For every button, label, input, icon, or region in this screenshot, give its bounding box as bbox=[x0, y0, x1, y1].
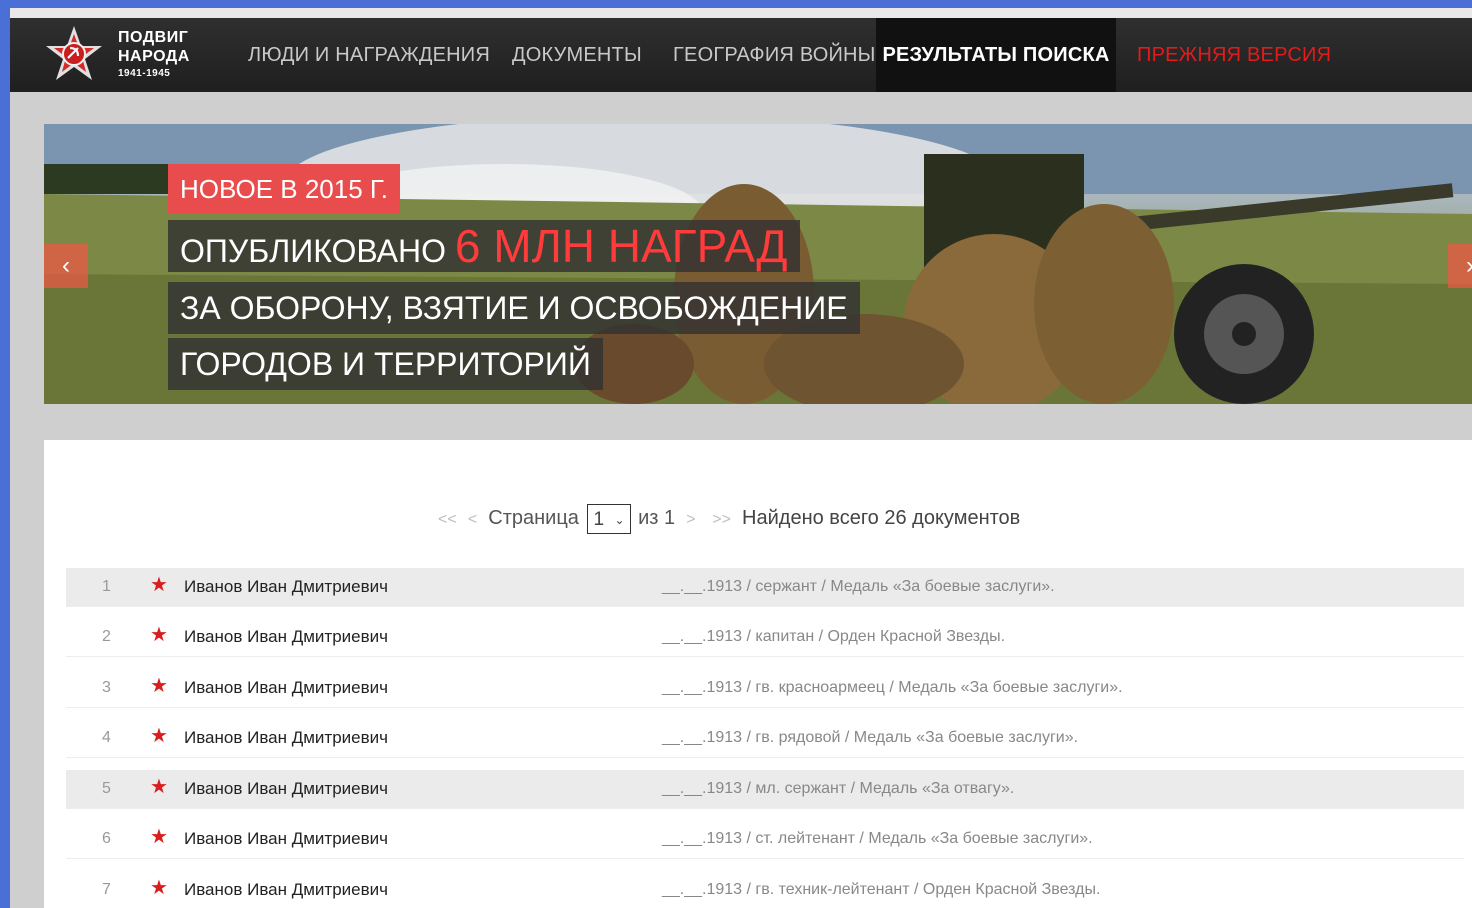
results-count: Найдено всего 26 документов bbox=[742, 507, 1021, 529]
pager-first-button[interactable]: << bbox=[438, 511, 457, 528]
promo-banner[interactable]: НОВОЕ В 2015 Г. ОПУБЛИКОВАНО 6 МЛН НАГРА… bbox=[44, 124, 1472, 404]
nav-previous-version[interactable]: ПРЕЖНЯЯ ВЕРСИЯ bbox=[1137, 18, 1331, 92]
order-star-icon bbox=[46, 26, 102, 80]
site-logo[interactable]: ПОДВИГ НАРОДА 1941-1945 bbox=[42, 24, 222, 88]
person-name-link[interactable]: Иванов Иван Дмитриевич bbox=[184, 568, 388, 606]
table-row[interactable]: 2 ★ Иванов Иван Дмитриевич __.__.1913 / … bbox=[66, 618, 1464, 657]
pager-page-label: Страница bbox=[488, 507, 579, 529]
red-star-icon: ★ bbox=[150, 574, 168, 596]
pagination: << < Страница 1 ⌄ из 1 > >> Найдено всего… bbox=[438, 500, 1020, 536]
table-row[interactable]: 6 ★ Иванов Иван Дмитриевич __.__.1913 / … bbox=[66, 820, 1464, 859]
red-star-icon: ★ bbox=[150, 675, 168, 697]
table-row[interactable]: 7 ★ Иванов Иван Дмитриевич __.__.1913 / … bbox=[66, 871, 1464, 908]
chevron-right-icon: › bbox=[1466, 252, 1472, 279]
banner-prev-button[interactable]: ‹ bbox=[44, 244, 88, 288]
pager-of-label: из 1 bbox=[638, 507, 676, 529]
table-row[interactable]: 4 ★ Иванов Иван Дмитриевич __.__.1913 / … bbox=[66, 719, 1464, 758]
row-number: 1 bbox=[102, 578, 111, 595]
banner-next-button[interactable]: › bbox=[1448, 244, 1472, 288]
browser-page: ПОДВИГ НАРОДА 1941-1945 ЛЮДИ И НАГРАЖДЕН… bbox=[10, 8, 1472, 908]
person-details: __.__.1913 / мл. сержант / Медаль «За от… bbox=[662, 780, 1015, 797]
banner-headline-prefix: ОПУБЛИКОВАНО bbox=[180, 233, 447, 269]
page-select[interactable]: 1 ⌄ bbox=[586, 503, 631, 534]
person-details: __.__.1913 / гв. рядовой / Медаль «За бо… bbox=[662, 729, 1079, 746]
banner-headline-line2: ЗА ОБОРОНУ, ВЗЯТИЕ И ОСВОБОЖДЕНИЕ bbox=[168, 282, 860, 334]
search-results-panel: << < Страница 1 ⌄ из 1 > >> Найдено всего… bbox=[44, 440, 1472, 908]
banner-headline-line3: ГОРОДОВ И ТЕРРИТОРИЙ bbox=[168, 338, 603, 390]
red-star-icon: ★ bbox=[150, 877, 168, 899]
logo-text-line1: ПОДВИГ bbox=[118, 29, 189, 46]
pager-last-button[interactable]: >> bbox=[712, 511, 731, 528]
table-row[interactable]: 5 ★ Иванов Иван Дмитриевич __.__.1913 / … bbox=[66, 770, 1464, 809]
banner-tag-new: НОВОЕ В 2015 Г. bbox=[168, 164, 401, 214]
logo-text-line2: НАРОДА bbox=[118, 48, 190, 65]
person-details: __.__.1913 / сержант / Медаль «За боевые… bbox=[662, 578, 1055, 595]
person-name-link[interactable]: Иванов Иван Дмитриевич bbox=[184, 618, 388, 656]
person-name-link[interactable]: Иванов Иван Дмитриевич bbox=[184, 669, 388, 707]
red-star-icon: ★ bbox=[150, 776, 168, 798]
banner-headline-accent: 6 МЛН НАГРАД bbox=[454, 220, 788, 272]
table-row[interactable]: 3 ★ Иванов Иван Дмитриевич __.__.1913 / … bbox=[66, 669, 1464, 708]
red-star-icon: ★ bbox=[150, 826, 168, 848]
banner-headline-line1: ОПУБЛИКОВАНО 6 МЛН НАГРАД bbox=[168, 220, 800, 272]
row-number: 4 bbox=[102, 729, 111, 746]
red-star-icon: ★ bbox=[150, 725, 168, 747]
person-name-link[interactable]: Иванов Иван Дмитриевич bbox=[184, 871, 388, 908]
top-navigation: ПОДВИГ НАРОДА 1941-1945 ЛЮДИ И НАГРАЖДЕН… bbox=[10, 18, 1472, 92]
person-details: __.__.1913 / ст. лейтенант / Медаль «За … bbox=[662, 830, 1093, 847]
table-row[interactable]: 1 ★ Иванов Иван Дмитриевич __.__.1913 / … bbox=[66, 568, 1464, 607]
nav-search-results[interactable]: РЕЗУЛЬТАТЫ ПОИСКА bbox=[876, 18, 1116, 92]
person-details: __.__.1913 / гв. красноармеец / Медаль «… bbox=[662, 679, 1123, 696]
person-details: __.__.1913 / капитан / Орден Красной Зве… bbox=[662, 628, 1006, 645]
nav-documents[interactable]: ДОКУМЕНТЫ bbox=[512, 18, 642, 92]
logo-years: 1941-1945 bbox=[118, 68, 171, 79]
pager-next-button[interactable]: > bbox=[686, 511, 695, 528]
row-number: 7 bbox=[102, 881, 111, 898]
top-strip bbox=[10, 8, 1472, 18]
person-name-link[interactable]: Иванов Иван Дмитриевич bbox=[184, 820, 388, 858]
red-star-icon: ★ bbox=[150, 624, 168, 646]
person-name-link[interactable]: Иванов Иван Дмитриевич bbox=[184, 770, 388, 808]
person-name-link[interactable]: Иванов Иван Дмитриевич bbox=[184, 719, 388, 757]
row-number: 2 bbox=[102, 628, 111, 645]
row-number: 3 bbox=[102, 679, 111, 696]
nav-people-and-awards[interactable]: ЛЮДИ И НАГРАЖДЕНИЯ bbox=[248, 18, 490, 92]
row-number: 5 bbox=[102, 780, 111, 797]
page-select-value: 1 bbox=[593, 508, 605, 530]
person-details: __.__.1913 / гв. техник-лейтенант / Орде… bbox=[662, 881, 1101, 898]
row-number: 6 bbox=[102, 830, 111, 847]
pager-prev-button[interactable]: < bbox=[468, 511, 477, 528]
chevron-left-icon: ‹ bbox=[62, 252, 70, 279]
nav-war-geography[interactable]: ГЕОГРАФИЯ ВОЙНЫ bbox=[673, 18, 876, 92]
chevron-down-icon: ⌄ bbox=[614, 512, 625, 527]
